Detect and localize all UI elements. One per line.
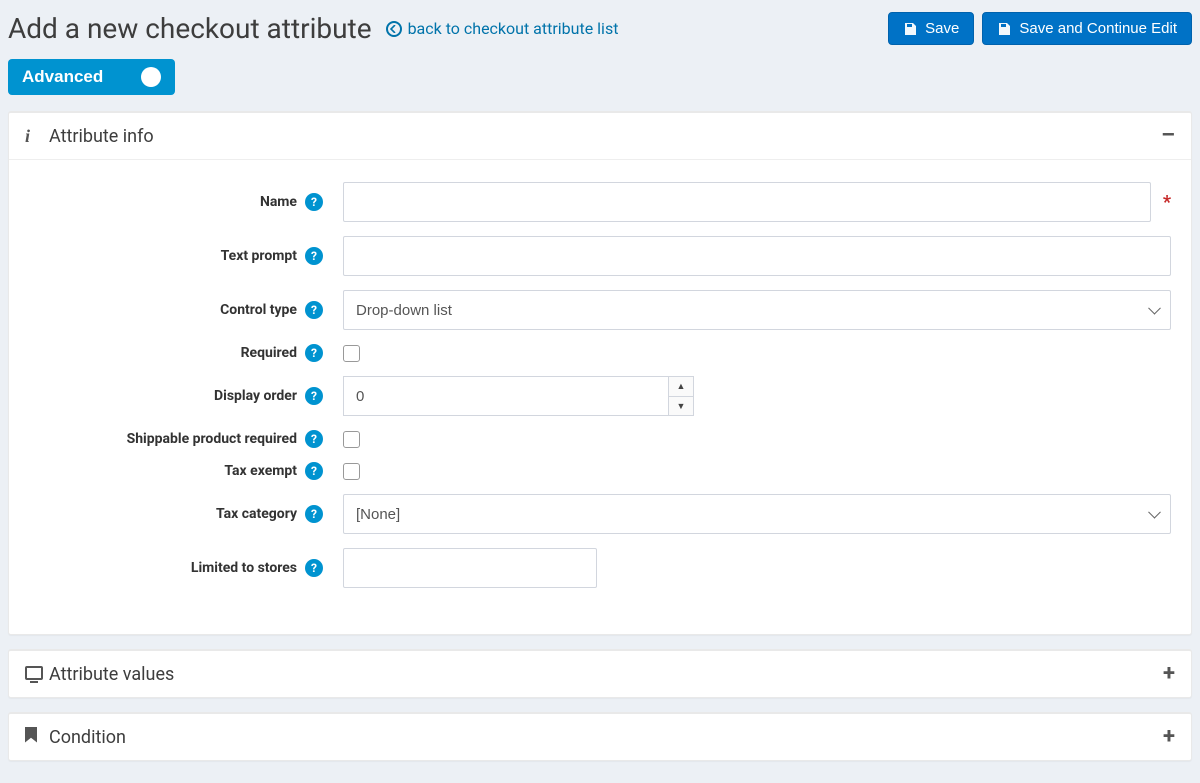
required-checkbox[interactable] [343,345,360,362]
card-condition: Condition + [8,712,1192,761]
save-button-label: Save [925,20,959,37]
expand-icon[interactable]: + [1163,726,1175,748]
advanced-toggle[interactable]: Advanced [8,59,175,95]
arrow-left-circle-icon [386,21,402,37]
help-icon[interactable]: ? [305,430,323,448]
card-title: Attribute info [49,126,1161,147]
back-link[interactable]: back to checkout attribute list [386,19,619,38]
limited-stores-input[interactable] [343,548,597,588]
save-continue-button-label: Save and Continue Edit [1019,20,1177,37]
card-attribute-info: i Attribute info – Name ? * Text prompt … [8,111,1192,635]
stepper-down-button[interactable]: ▼ [668,396,694,416]
help-icon[interactable]: ? [305,344,323,362]
toggle-knob-icon [141,67,161,87]
tax-category-label: Tax category [216,506,297,522]
page-title: Add a new checkout attribute [8,12,372,45]
card-header-condition[interactable]: Condition + [9,714,1191,760]
back-link-label: back to checkout attribute list [408,19,619,38]
advanced-toggle-label: Advanced [22,67,103,87]
help-icon[interactable]: ? [305,387,323,405]
required-star-icon: * [1163,192,1171,213]
save-icon [997,22,1011,36]
display-order-label: Display order [214,388,297,404]
card-title: Attribute values [49,664,1163,685]
card-header-attribute-info[interactable]: i Attribute info – [9,113,1191,159]
text-prompt-label: Text prompt [221,248,297,264]
help-icon[interactable]: ? [305,247,323,265]
card-attribute-values: Attribute values + [8,649,1192,698]
stepper-up-button[interactable]: ▲ [668,376,694,396]
display-order-input[interactable] [343,376,669,416]
help-icon[interactable]: ? [305,559,323,577]
name-input[interactable] [343,182,1151,222]
name-label: Name [260,194,297,210]
tax-category-select[interactable]: [None] [343,494,1171,534]
expand-icon[interactable]: + [1163,663,1175,685]
tax-exempt-checkbox[interactable] [343,463,360,480]
save-icon [903,22,917,36]
text-prompt-input[interactable] [343,236,1171,276]
help-icon[interactable]: ? [305,462,323,480]
control-type-label: Control type [220,302,297,318]
control-type-select[interactable]: Drop-down list [343,290,1171,330]
bookmark-icon [25,727,49,748]
help-icon[interactable]: ? [305,193,323,211]
help-icon[interactable]: ? [305,301,323,319]
shippable-checkbox[interactable] [343,431,360,448]
monitor-icon [25,664,49,685]
shippable-label: Shippable product required [127,431,297,447]
save-button[interactable]: Save [888,12,974,45]
save-continue-button[interactable]: Save and Continue Edit [982,12,1192,45]
card-title: Condition [49,727,1163,748]
required-label: Required [241,345,297,361]
tax-exempt-label: Tax exempt [224,463,297,479]
limited-stores-label: Limited to stores [191,560,297,576]
collapse-icon[interactable]: – [1161,125,1175,147]
help-icon[interactable]: ? [305,505,323,523]
card-header-attribute-values[interactable]: Attribute values + [9,651,1191,697]
info-icon: i [25,126,49,147]
